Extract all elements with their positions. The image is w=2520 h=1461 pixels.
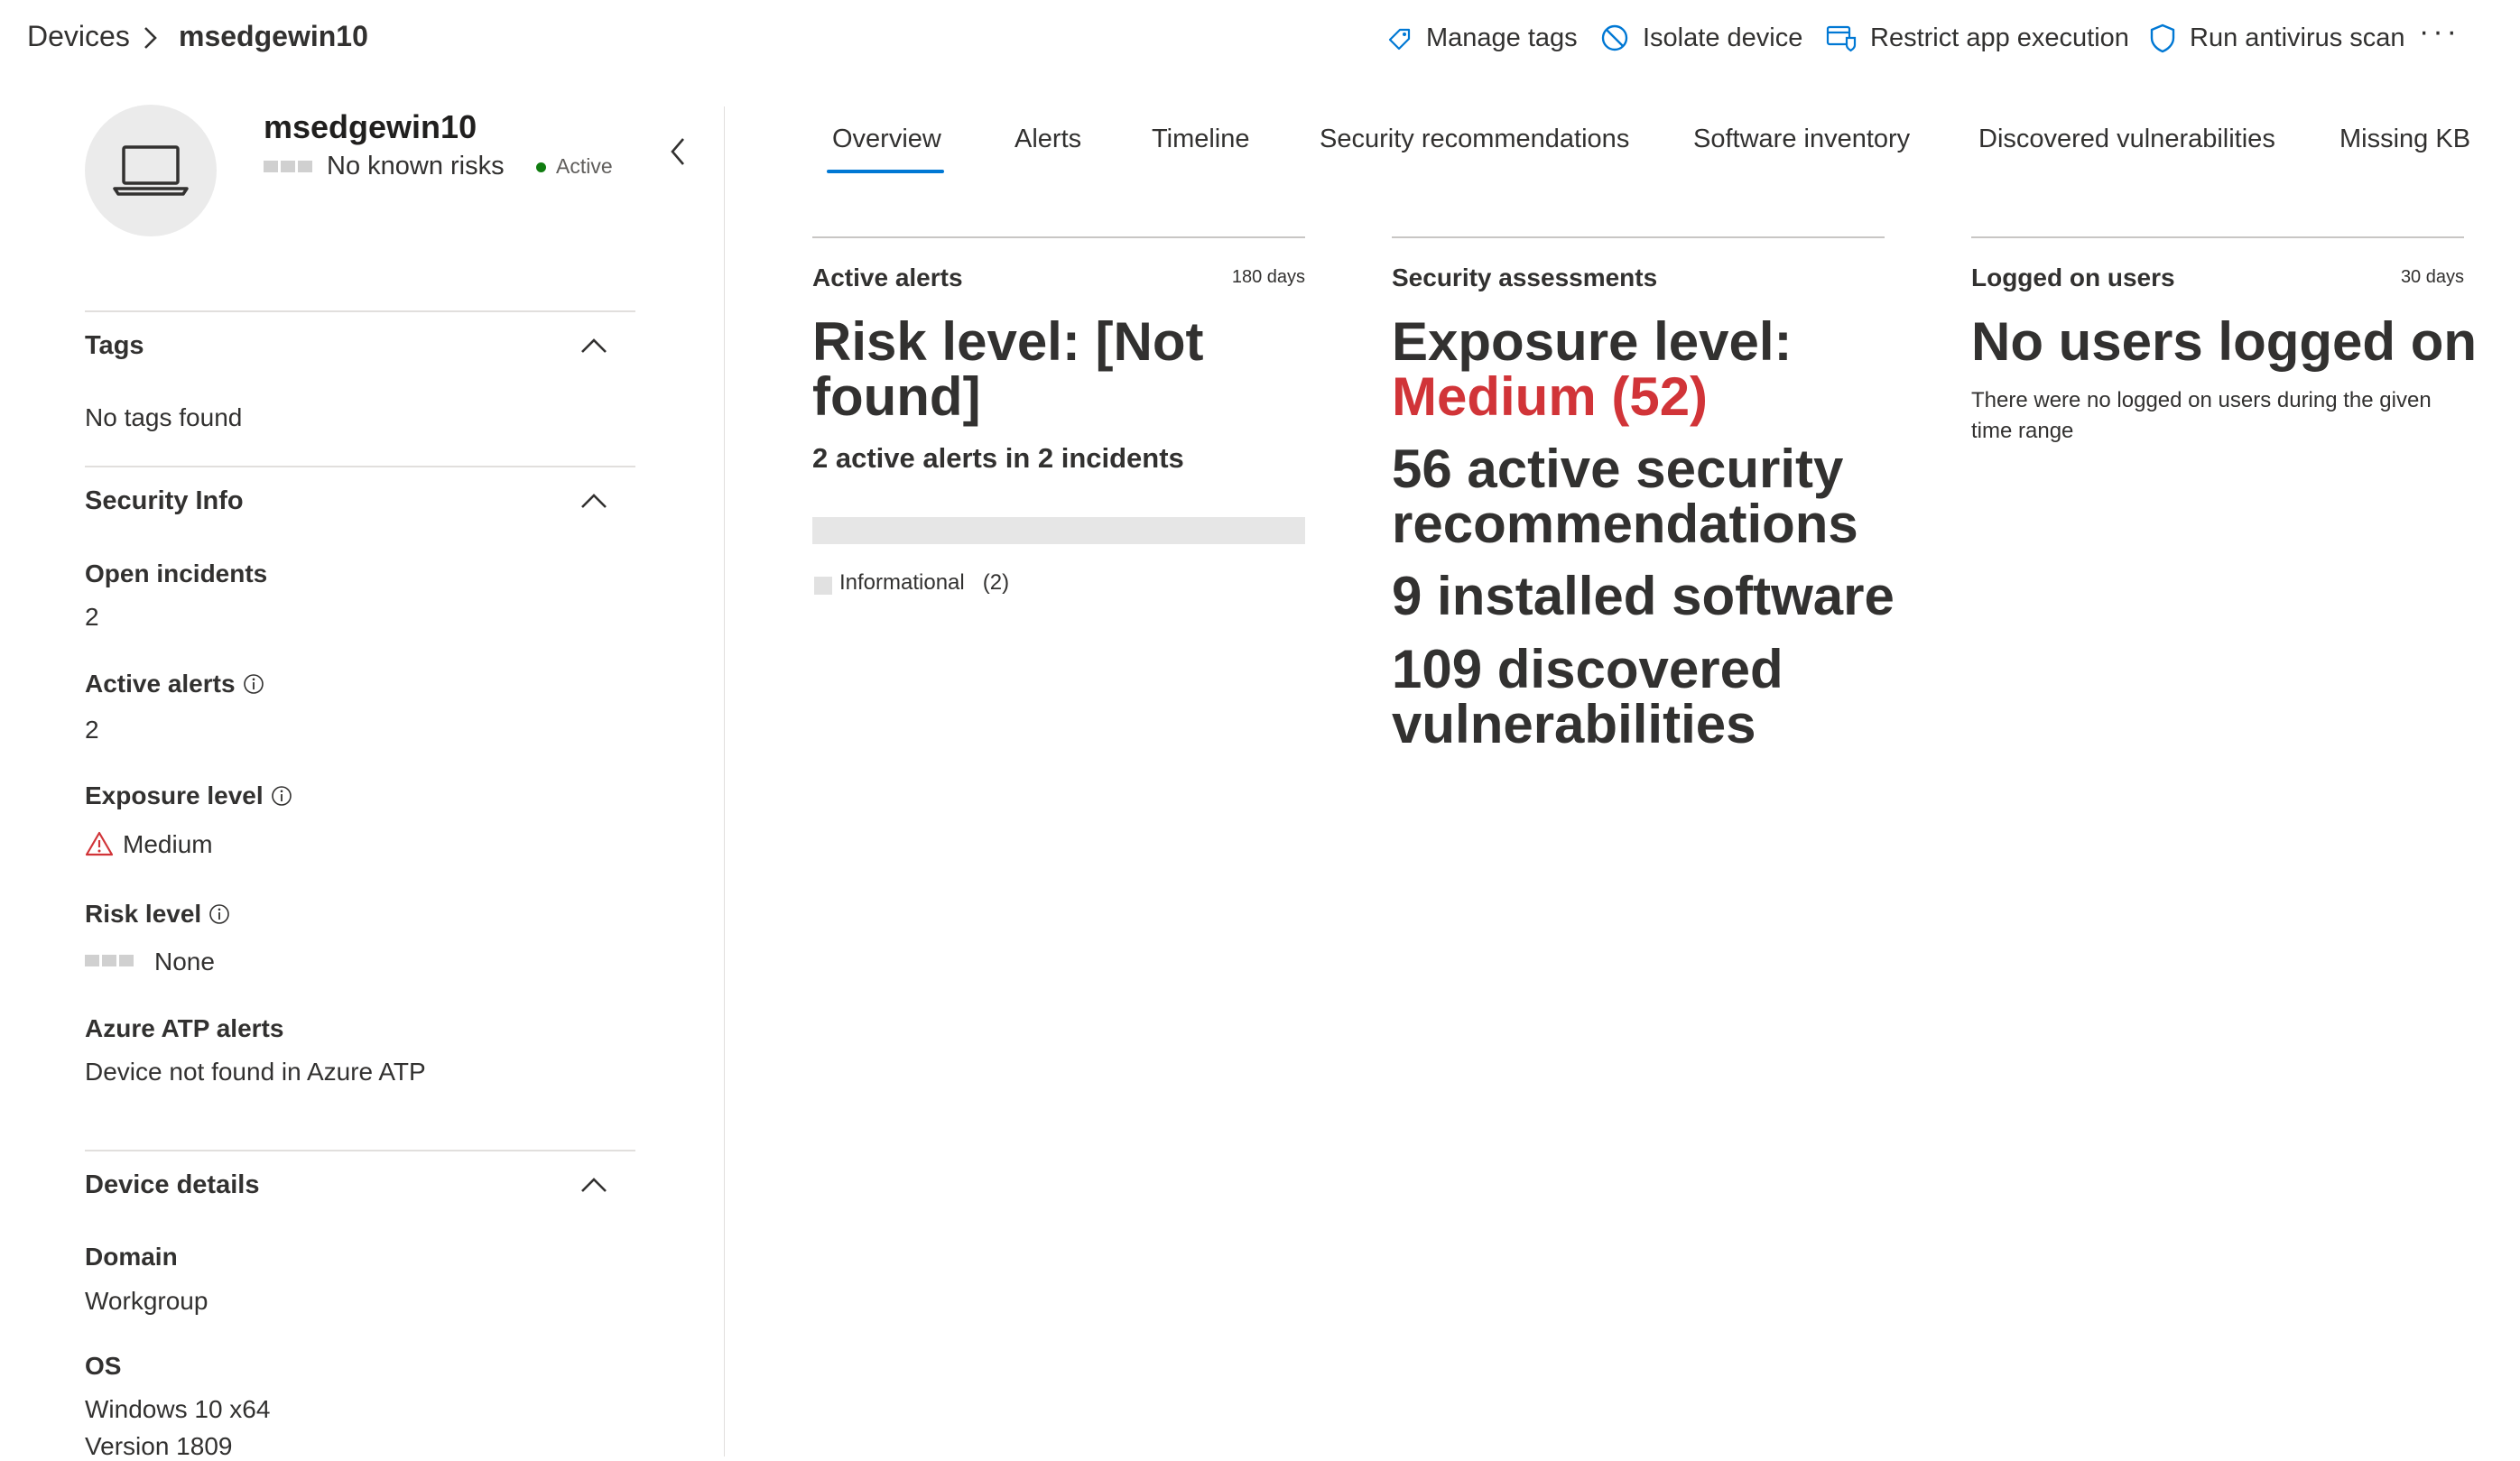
domain-value: Workgroup: [85, 1287, 208, 1315]
azure-atp-alerts-label: Azure ATP alerts: [85, 1014, 284, 1042]
device-avatar: [85, 105, 217, 236]
azure-atp-alerts-value: Device not found in Azure ATP: [85, 1058, 426, 1086]
active-alerts-card-range: 180 days: [1231, 267, 1305, 287]
card-top-border: [1971, 236, 2464, 238]
active-alerts-value: 2: [85, 716, 99, 744]
chevron-up-icon[interactable]: [579, 1175, 608, 1195]
tab-alerts[interactable]: Alerts: [1014, 125, 1081, 154]
manage-tags-label: Manage tags: [1426, 23, 1578, 52]
isolate-device-label: Isolate device: [1643, 23, 1803, 52]
risk-level-indicator: [264, 161, 312, 172]
discovered-vulnerabilities-count[interactable]: 109 discovered vulnerabilities: [1392, 642, 1783, 752]
exposure-level-headline: Exposure level: Medium (52): [1392, 311, 1793, 427]
exposure-level-value: Medium: [123, 830, 213, 858]
tags-empty-text: No tags found: [85, 403, 243, 431]
exposure-level-score: Medium (52): [1392, 366, 1709, 427]
info-icon[interactable]: [271, 785, 292, 807]
tags-section-header[interactable]: Tags: [85, 331, 144, 361]
tab-software-inventory[interactable]: Software inventory: [1693, 125, 1910, 154]
tab-security-recommendations[interactable]: Security recommendations: [1320, 125, 1629, 154]
chevron-right-icon: [144, 27, 157, 49]
shield-icon: [2150, 23, 2175, 53]
tab-active-indicator: [827, 170, 944, 173]
risk-level-value: None: [154, 948, 215, 976]
os-value-line2: Version 1809: [85, 1432, 233, 1460]
active-alerts-label: Active alerts: [85, 670, 264, 698]
info-icon[interactable]: [208, 903, 230, 925]
security-assessments-card-title: Security assessments: [1392, 264, 1658, 291]
risk-level-label: Risk level: [85, 900, 230, 929]
chevron-up-icon[interactable]: [579, 336, 608, 356]
logged-on-users-card-range: 30 days: [2400, 267, 2464, 287]
risk-level-headline: Risk level: [Not found]: [812, 311, 1204, 427]
installed-software-count[interactable]: 9 installed software: [1392, 569, 1895, 624]
open-incidents-value: 2: [85, 603, 99, 631]
alerts-severity-bar: [812, 517, 1305, 544]
pane-divider: [724, 106, 725, 1456]
section-divider: [85, 310, 635, 312]
tab-discovered-vulnerabilities[interactable]: Discovered vulnerabilities: [1978, 125, 2275, 154]
domain-label: Domain: [85, 1243, 178, 1271]
chevron-up-icon[interactable]: [579, 491, 608, 511]
tab-missing-kbs[interactable]: Missing KBs: [2339, 125, 2469, 154]
section-divider: [85, 1150, 635, 1151]
run-antivirus-scan-button[interactable]: Run antivirus scan: [2148, 18, 2405, 58]
restrict-app-icon: [1826, 25, 1857, 52]
section-divider: [85, 466, 635, 467]
device-risk-text: No known risks: [327, 152, 505, 180]
isolate-device-button[interactable]: Isolate device: [1599, 18, 1802, 58]
risk-level-bars: [85, 955, 134, 966]
block-icon: [1601, 24, 1628, 51]
alerts-summary: 2 active alerts in 2 incidents: [812, 442, 1184, 474]
collapse-pane-icon[interactable]: [664, 134, 691, 170]
tag-icon: [1388, 28, 1411, 51]
run-antivirus-scan-label: Run antivirus scan: [2190, 23, 2405, 52]
os-label: OS: [85, 1352, 122, 1380]
restrict-app-execution-button[interactable]: Restrict app execution: [1825, 18, 2129, 58]
card-top-border: [1392, 236, 1885, 238]
logged-on-users-headline: No users logged on: [1971, 311, 2478, 372]
tab-overview[interactable]: Overview: [832, 125, 941, 154]
open-incidents-label: Open incidents: [85, 559, 268, 587]
device-name: msedgewin10: [264, 108, 477, 145]
security-info-section-header[interactable]: Security Info: [85, 486, 244, 516]
tab-timeline[interactable]: Timeline: [1152, 125, 1250, 154]
device-status: Active: [556, 154, 613, 178]
os-value-line1: Windows 10 x64: [85, 1395, 271, 1423]
info-icon[interactable]: [243, 673, 264, 695]
informational-legend-swatch: [814, 577, 832, 595]
card-top-border: [812, 236, 1305, 238]
restrict-app-execution-label: Restrict app execution: [1870, 23, 2129, 52]
informational-legend: Informational (2): [839, 570, 1010, 595]
logged-on-users-note: There were no logged on users during the…: [1971, 388, 2432, 443]
device-details-section-header[interactable]: Device details: [85, 1170, 259, 1200]
exposure-level-label: Exposure level: [85, 781, 292, 810]
security-recommendations-count[interactable]: 56 active security recommendations: [1392, 441, 1858, 551]
laptop-icon: [113, 145, 189, 196]
logged-on-users-card-title: Logged on users: [1971, 264, 2175, 291]
breadcrumb-current: msedgewin10: [179, 20, 368, 52]
warning-icon: [85, 831, 114, 856]
breadcrumb-devices[interactable]: Devices: [27, 20, 130, 53]
more-actions-button[interactable]: ···: [2419, 14, 2460, 50]
active-alerts-card-title: Active alerts: [812, 264, 963, 291]
manage-tags-button[interactable]: Manage tags: [1386, 18, 1578, 58]
status-dot: [536, 162, 546, 172]
